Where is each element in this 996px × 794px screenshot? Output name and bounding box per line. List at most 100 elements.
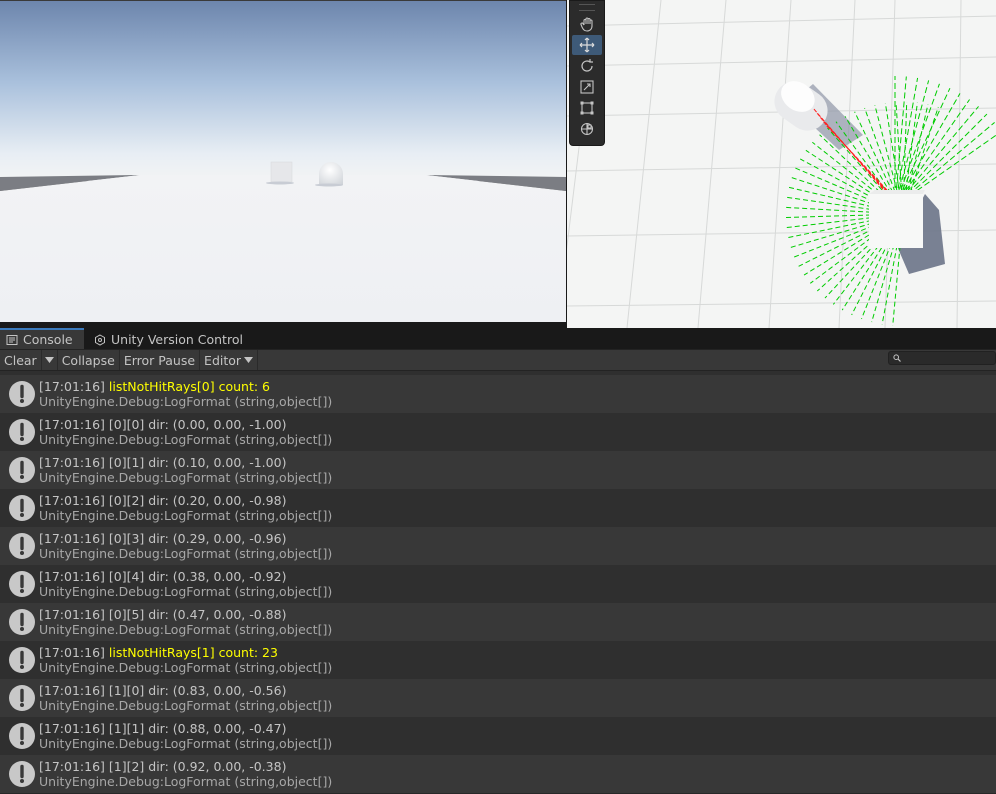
info-log-icon	[9, 419, 35, 445]
console-tabbar: Console Unity Version Control	[0, 328, 996, 350]
console-icon	[6, 334, 18, 345]
info-log-icon	[9, 533, 35, 559]
log-timestamp: [17:01:16]	[39, 645, 105, 660]
log-stacktrace: UnityEngine.Debug:LogFormat (string,obje…	[39, 546, 333, 561]
log-message: [17:01:16] [0][1] dir: (0.10, 0.00, -1.0…	[39, 455, 332, 470]
version-control-icon	[95, 333, 105, 346]
tab-console-label: Console	[23, 332, 73, 347]
chevron-down-icon	[244, 357, 254, 363]
log-message-text: [1][0] dir: (0.83, 0.00, -0.56)	[108, 683, 287, 698]
log-stacktrace: UnityEngine.Debug:LogFormat (string,obje…	[39, 394, 333, 409]
hand-tool-button[interactable]	[572, 14, 602, 34]
log-entry[interactable]: [17:01:16] [0][1] dir: (0.10, 0.00, -1.0…	[0, 451, 996, 489]
game-viewport-render	[0, 1, 566, 322]
log-entry[interactable]: [17:01:16] [1][2] dir: (0.92, 0.00, -0.3…	[0, 755, 996, 793]
clear-button[interactable]: Clear	[0, 350, 42, 370]
info-log-icon	[9, 761, 35, 787]
log-stacktrace: UnityEngine.Debug:LogFormat (string,obje…	[39, 508, 333, 523]
log-message-text: [0][2] dir: (0.20, 0.00, -0.98)	[108, 493, 287, 508]
info-log-icon	[9, 495, 35, 521]
log-timestamp: [17:01:16]	[39, 417, 105, 432]
log-message-text: [0][5] dir: (0.47, 0.00, -0.88)	[108, 607, 287, 622]
info-log-icon	[9, 381, 35, 407]
log-timestamp: [17:01:16]	[39, 531, 105, 546]
log-message-text: [1][2] dir: (0.92, 0.00, -0.38)	[108, 759, 287, 774]
chevron-down-icon	[44, 357, 54, 363]
log-stacktrace: UnityEngine.Debug:LogFormat (string,obje…	[39, 584, 333, 599]
log-message: [17:01:16] listNotHitRays[1] count: 23	[39, 645, 332, 660]
log-stacktrace: UnityEngine.Debug:LogFormat (string,obje…	[39, 774, 333, 789]
log-stacktrace: UnityEngine.Debug:LogFormat (string,obje…	[39, 470, 333, 485]
transform-tool-button[interactable]	[572, 119, 602, 139]
log-entry[interactable]: [17:01:16] [0][3] dir: (0.29, 0.00, -0.9…	[0, 527, 996, 565]
move-icon	[579, 37, 595, 53]
ray-miss-line	[894, 87, 951, 207]
search-icon	[893, 354, 901, 362]
log-text: [17:01:16] [0][3] dir: (0.29, 0.00, -0.9…	[39, 531, 332, 561]
log-timestamp: [17:01:16]	[39, 683, 105, 698]
log-stacktrace: UnityEngine.Debug:LogFormat (string,obje…	[39, 432, 333, 447]
log-message-text: [0][0] dir: (0.00, 0.00, -1.00)	[108, 417, 287, 432]
log-entry[interactable]: [17:01:16] [1][0] dir: (0.83, 0.00, -0.5…	[0, 679, 996, 717]
log-timestamp: [17:01:16]	[39, 493, 105, 508]
log-message: [17:01:16] [0][3] dir: (0.29, 0.00, -0.9…	[39, 531, 332, 546]
scale-icon	[580, 80, 594, 94]
scene-viewport-render	[567, 0, 996, 328]
editor-dropdown[interactable]: Editor	[200, 350, 259, 370]
log-message: [17:01:16] [0][0] dir: (0.00, 0.00, -1.0…	[39, 417, 332, 432]
log-text: [17:01:16] [1][0] dir: (0.83, 0.00, -0.5…	[39, 683, 332, 713]
overlay-grip[interactable]	[570, 1, 604, 13]
clear-options-dropdown[interactable]	[42, 350, 58, 370]
log-stacktrace: UnityEngine.Debug:LogFormat (string,obje…	[39, 698, 333, 713]
console-search[interactable]	[888, 351, 996, 365]
info-log-icon	[9, 571, 35, 597]
log-text: [17:01:16] [0][0] dir: (0.00, 0.00, -1.0…	[39, 417, 332, 447]
tab-console[interactable]: Console	[0, 328, 84, 349]
scene-view[interactable]	[567, 0, 996, 328]
error-pause-toggle[interactable]: Error Pause	[120, 350, 201, 370]
rect-tool-button[interactable]	[572, 98, 602, 118]
cube-object	[270, 161, 293, 183]
log-entry[interactable]: [17:01:16] [0][0] dir: (0.00, 0.00, -1.0…	[0, 413, 996, 451]
log-text: [17:01:16] [0][2] dir: (0.20, 0.00, -0.9…	[39, 493, 332, 523]
log-text: [17:01:16] [0][5] dir: (0.47, 0.00, -0.8…	[39, 607, 332, 637]
tab-version-control-label: Unity Version Control	[111, 332, 243, 347]
rotate-tool-button[interactable]	[572, 56, 602, 76]
log-entry[interactable]: [17:01:16] [1][1] dir: (0.88, 0.00, -0.4…	[0, 717, 996, 755]
log-message: [17:01:16] [1][2] dir: (0.92, 0.00, -0.3…	[39, 759, 332, 774]
log-entry[interactable]: [17:01:16] [0][4] dir: (0.38, 0.00, -0.9…	[0, 565, 996, 603]
hand-icon	[580, 17, 593, 32]
log-timestamp: [17:01:16]	[39, 569, 105, 584]
log-message-text: listNotHitRays[1] count: 23	[108, 645, 278, 660]
search-input[interactable]	[901, 352, 994, 364]
log-text: [17:01:16] [1][1] dir: (0.88, 0.00, -0.4…	[39, 721, 332, 751]
collapse-toggle[interactable]: Collapse	[58, 350, 120, 370]
log-entry[interactable]: [17:01:16] listNotHitRays[0] count: 6 Un…	[0, 375, 996, 413]
log-entry[interactable]: [17:01:16] [0][5] dir: (0.47, 0.00, -0.8…	[0, 603, 996, 641]
move-tool-button[interactable]	[572, 35, 602, 55]
log-entry[interactable]: [17:01:16] [0][2] dir: (0.20, 0.00, -0.9…	[0, 489, 996, 527]
log-timestamp: [17:01:16]	[39, 455, 105, 470]
log-message: [17:01:16] [1][1] dir: (0.88, 0.00, -0.4…	[39, 721, 332, 736]
game-view[interactable]	[0, 0, 566, 322]
tab-version-control[interactable]: Unity Version Control	[88, 330, 251, 349]
log-message-text: listNotHitRays[0] count: 6	[108, 379, 270, 394]
log-message: [17:01:16] [0][2] dir: (0.20, 0.00, -0.9…	[39, 493, 332, 508]
editor-dropdown-label: Editor	[204, 352, 242, 368]
log-stacktrace: UnityEngine.Debug:LogFormat (string,obje…	[39, 622, 333, 637]
log-entry[interactable]: [17:01:16] listNotHitRays[1] count: 23 U…	[0, 641, 996, 679]
scale-tool-button[interactable]	[572, 77, 602, 97]
log-text: [17:01:16] listNotHitRays[1] count: 23 U…	[39, 645, 332, 675]
rotate-icon	[581, 59, 593, 72]
rect-transform-icon	[580, 101, 594, 115]
capsule-object	[319, 162, 343, 185]
log-list[interactable]: [17:01:16] listNotHitRays[0] count: 6 Un…	[0, 371, 996, 794]
log-message-text: [1][1] dir: (0.88, 0.00, -0.47)	[108, 721, 287, 736]
log-message: [17:01:16] listNotHitRays[0] count: 6	[39, 379, 332, 394]
console-panel: Console Unity Version Control Clear Coll…	[0, 328, 996, 794]
scene-tools-overlay	[569, 0, 605, 146]
log-timestamp: [17:01:16]	[39, 721, 105, 736]
info-log-icon	[9, 647, 35, 673]
info-log-icon	[9, 457, 35, 483]
log-stacktrace: UnityEngine.Debug:LogFormat (string,obje…	[39, 736, 333, 751]
